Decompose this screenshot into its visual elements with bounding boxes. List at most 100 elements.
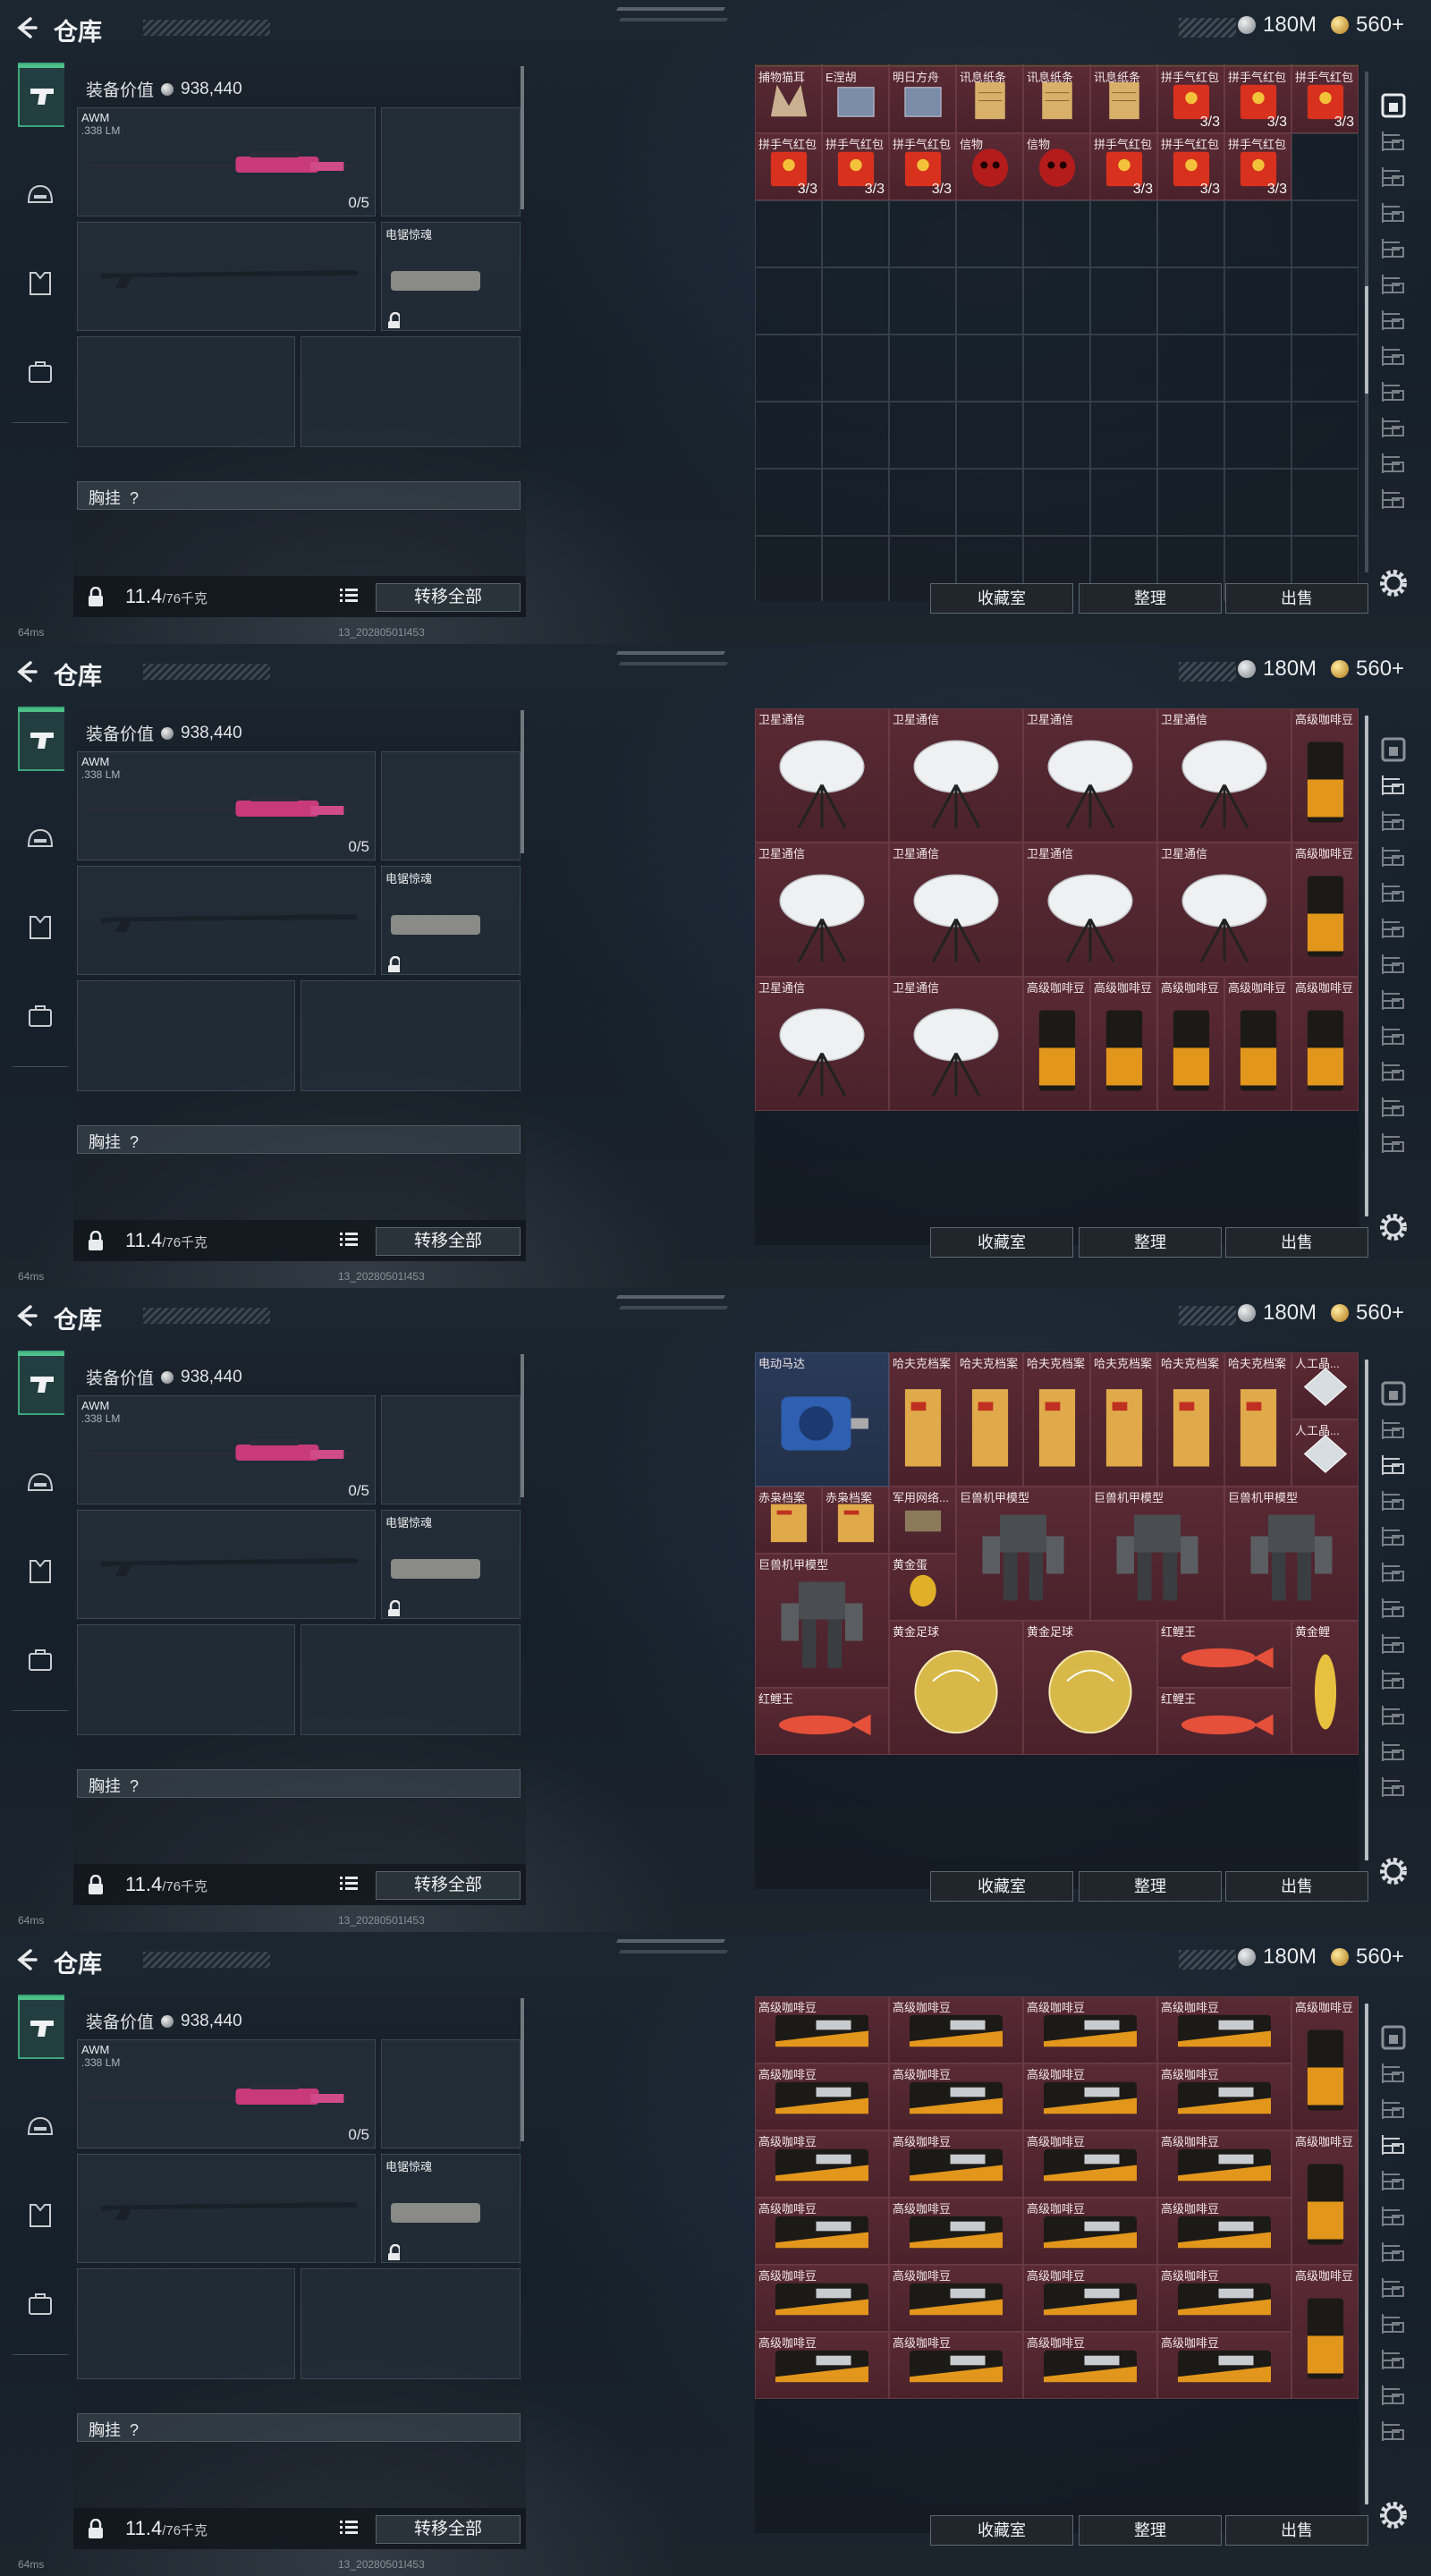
empty-cell[interactable]	[1291, 133, 1359, 200]
storage-tab-2[interactable]	[1374, 1413, 1413, 1449]
item-cell[interactable]: 讯息纸条	[956, 66, 1023, 133]
collection-button[interactable]: 收藏室	[930, 1227, 1073, 1258]
melee-slot[interactable]: 电锯惊魂	[381, 2154, 521, 2264]
gear-icon[interactable]	[1377, 2499, 1410, 2536]
storage-tab-9[interactable]	[1374, 2308, 1413, 2343]
back-arrow-icon[interactable]	[14, 660, 38, 683]
tab-vest[interactable]	[20, 1551, 61, 1592]
tab-weapons[interactable]	[18, 63, 64, 127]
item-cell[interactable]: 高级咖啡豆	[1157, 2063, 1291, 2131]
item-cell[interactable]: 拼手气红包 3/3	[1090, 133, 1157, 200]
armor-slot[interactable]	[301, 336, 521, 447]
empty-cell[interactable]	[1023, 200, 1090, 267]
item-cell[interactable]: 红鲤王	[1157, 1688, 1291, 1755]
item-cell[interactable]: 赤枭档案	[822, 1487, 889, 1554]
item-cell[interactable]: 信物	[956, 133, 1023, 200]
lock-icon[interactable]	[86, 1230, 106, 1257]
item-cell[interactable]: 高级咖啡豆	[1224, 977, 1291, 1111]
storage-tab-3[interactable]	[1374, 805, 1413, 841]
item-cell[interactable]: 拼手气红包 3/3	[755, 133, 822, 200]
item-cell[interactable]: 拼手气红包 3/3	[1157, 133, 1224, 200]
transfer-all-button[interactable]: 转移全部	[376, 1227, 521, 1256]
item-cell[interactable]: 高级咖啡豆	[1291, 708, 1359, 843]
scrollbar-thumb[interactable]	[1365, 1360, 1368, 1860]
empty-cell[interactable]	[822, 335, 889, 402]
empty-cell[interactable]	[1157, 335, 1224, 402]
storage-tab-1[interactable]	[1374, 2021, 1413, 2057]
item-cell[interactable]: 哈夫克档案	[889, 1352, 956, 1487]
storage-tab-10[interactable]	[1374, 1055, 1413, 1091]
scrollbar-thumb[interactable]	[1365, 286, 1368, 394]
item-cell[interactable]: 高级咖啡豆	[755, 2265, 889, 2332]
item-cell[interactable]: 卫星通信	[1157, 843, 1291, 977]
grid-scrollbar[interactable]	[1365, 72, 1368, 572]
item-cell[interactable]: 卫星通信	[889, 843, 1023, 977]
lock-icon[interactable]	[86, 1874, 106, 1901]
item-cell[interactable]: 高级咖啡豆	[1090, 977, 1157, 1111]
item-cell[interactable]: 高级咖啡豆	[1157, 1996, 1291, 2063]
equipment-scrollbar[interactable]	[521, 1354, 524, 1497]
empty-cell[interactable]	[889, 335, 956, 402]
empty-cell[interactable]	[755, 469, 822, 536]
tab-vest[interactable]	[20, 2195, 61, 2236]
primary-weapon-slot[interactable]: AWM .338 LM 0/5	[77, 751, 376, 860]
storage-tab-8[interactable]	[1374, 1628, 1413, 1664]
storage-tab-10[interactable]	[1374, 411, 1413, 447]
item-cell[interactable]: 卫星通信	[1157, 708, 1291, 843]
collection-button[interactable]: 收藏室	[930, 583, 1073, 614]
storage-tab-8[interactable]	[1374, 340, 1413, 376]
item-cell[interactable]: 高级咖啡豆	[755, 2063, 889, 2131]
storage-tab-12[interactable]	[1374, 483, 1413, 519]
lock-icon[interactable]	[86, 2518, 106, 2545]
item-cell[interactable]: 拼手气红包 3/3	[1224, 66, 1291, 133]
item-cell[interactable]: 巨兽机甲模型	[1090, 1487, 1224, 1621]
empty-cell[interactable]	[1291, 267, 1359, 335]
item-cell[interactable]: 卫星通信	[755, 708, 889, 843]
item-cell[interactable]: 黄金足球	[1023, 1621, 1157, 1755]
item-cell[interactable]: 哈夫克档案	[1224, 1352, 1291, 1487]
storage-tab-7[interactable]	[1374, 304, 1413, 340]
storage-tab-11[interactable]	[1374, 2379, 1413, 2415]
armor-slot[interactable]	[301, 980, 521, 1091]
item-cell[interactable]: 讯息纸条	[1023, 66, 1090, 133]
item-cell[interactable]: 高级咖啡豆	[1157, 977, 1224, 1111]
storage-tab-11[interactable]	[1374, 447, 1413, 483]
helmet-slot[interactable]	[77, 980, 295, 1091]
tab-helmet[interactable]	[20, 819, 61, 860]
scrollbar-thumb[interactable]	[1365, 716, 1368, 1216]
organize-button[interactable]: 整理	[1079, 2515, 1222, 2546]
item-cell[interactable]: 高级咖啡豆	[1023, 2198, 1157, 2265]
storage-tab-5[interactable]	[1374, 233, 1413, 268]
secondary-weapon-slot[interactable]	[77, 1510, 376, 1619]
tab-weapons[interactable]	[18, 1995, 64, 2059]
tab-backpack[interactable]	[20, 995, 61, 1036]
storage-tab-2[interactable]	[1374, 769, 1413, 805]
storage-tab-9[interactable]	[1374, 1664, 1413, 1699]
item-cell[interactable]: 高级咖啡豆	[1291, 1996, 1359, 2131]
empty-cell[interactable]	[822, 536, 889, 601]
storage-tab-2[interactable]	[1374, 2057, 1413, 2093]
storage-tab-2[interactable]	[1374, 125, 1413, 161]
item-cell[interactable]: 哈夫克档案	[1157, 1352, 1224, 1487]
item-cell[interactable]: 赤枭档案	[755, 1487, 822, 1554]
item-cell[interactable]: E涅胡	[822, 66, 889, 133]
grid-scrollbar[interactable]	[1365, 716, 1368, 1216]
empty-cell[interactable]	[1291, 402, 1359, 469]
empty-cell[interactable]	[1224, 267, 1291, 335]
item-cell[interactable]: 人工晶...	[1291, 1352, 1359, 1419]
storage-tab-3[interactable]	[1374, 1449, 1413, 1485]
item-cell[interactable]: 高级咖啡豆	[889, 1996, 1023, 2063]
transfer-all-button[interactable]: 转移全部	[376, 1871, 521, 1900]
sell-button[interactable]: 出售	[1225, 1871, 1368, 1902]
storage-tab-5[interactable]	[1374, 877, 1413, 912]
tab-backpack[interactable]	[20, 1639, 61, 1680]
empty-cell[interactable]	[956, 200, 1023, 267]
empty-cell[interactable]	[1291, 200, 1359, 267]
item-cell[interactable]: 高级咖啡豆	[755, 2198, 889, 2265]
tab-weapons[interactable]	[18, 707, 64, 771]
gold-currency[interactable]: 560+	[1331, 657, 1404, 682]
list-icon[interactable]	[340, 1875, 360, 1897]
chest-rig-row[interactable]: 胸挂 ?	[77, 1125, 521, 1154]
item-cell[interactable]: 红鲤王	[1157, 1621, 1291, 1688]
item-cell[interactable]: 卫星通信	[889, 977, 1023, 1111]
